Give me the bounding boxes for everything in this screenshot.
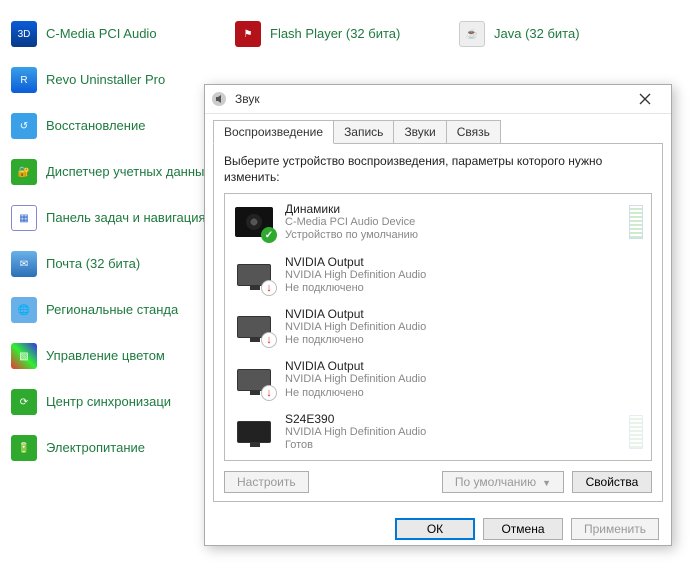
device-row[interactable]: NVIDIA Output NVIDIA High Definition Aud… bbox=[227, 301, 649, 353]
device-status: Готов bbox=[285, 439, 623, 452]
cp-item-cmedia[interactable]: 3D C-Media PCI Audio bbox=[10, 20, 234, 48]
dialog-title: Звук bbox=[235, 92, 625, 106]
device-driver: NVIDIA High Definition Audio bbox=[285, 321, 643, 334]
xear-3d-icon: 3D bbox=[10, 20, 38, 48]
cp-item-label: Восстановление bbox=[46, 118, 145, 134]
default-badge-icon bbox=[261, 227, 277, 243]
tab-playback[interactable]: Воспроизведение bbox=[213, 120, 334, 144]
device-status: Устройство по умолчанию bbox=[285, 229, 623, 242]
device-driver: NVIDIA High Definition Audio bbox=[285, 373, 643, 386]
sound-dialog: Звук Воспроизведение Запись Звуки Связь … bbox=[204, 84, 672, 546]
cp-item-label: Региональные станда bbox=[46, 302, 178, 318]
chevron-down-icon: ▼ bbox=[542, 478, 551, 488]
device-driver: NVIDIA High Definition Audio bbox=[285, 269, 643, 282]
set-default-button[interactable]: По умолчанию ▼ bbox=[442, 471, 564, 493]
taskbar-icon: ▦ bbox=[10, 204, 38, 232]
device-status: Не подключено bbox=[285, 387, 643, 400]
device-row[interactable]: Динамики C-Media PCI Audio Device Устрой… bbox=[227, 196, 649, 248]
properties-button[interactable]: Свойства bbox=[572, 471, 652, 493]
monitor-icon bbox=[233, 308, 275, 346]
cp-item-flash[interactable]: ⚑ Flash Player (32 бита) bbox=[234, 20, 458, 48]
device-name: Динамики bbox=[285, 202, 623, 216]
device-status: Не подключено bbox=[285, 334, 643, 347]
dialog-button-row: ОК Отмена Применить bbox=[205, 510, 671, 552]
device-name: NVIDIA Output bbox=[285, 359, 643, 373]
device-name: S24E390 bbox=[285, 412, 623, 426]
disconnected-badge-icon bbox=[261, 385, 277, 401]
tab-body: Выберите устройство воспроизведения, пар… bbox=[213, 144, 663, 502]
tab-comm[interactable]: Связь bbox=[446, 120, 501, 144]
device-row[interactable]: NVIDIA Output NVIDIA High Definition Aud… bbox=[227, 353, 649, 405]
cancel-button[interactable]: Отмена bbox=[483, 518, 563, 540]
recovery-icon: ↺ bbox=[10, 112, 38, 140]
java-icon: ☕ bbox=[458, 20, 486, 48]
device-driver: C-Media PCI Audio Device bbox=[285, 216, 623, 229]
ok-button[interactable]: ОК bbox=[395, 518, 475, 540]
monitor-icon bbox=[233, 361, 275, 399]
credentials-icon: 🔐 bbox=[10, 158, 38, 186]
titlebar[interactable]: Звук bbox=[205, 85, 671, 114]
level-meter bbox=[629, 205, 643, 239]
device-name: NVIDIA Output bbox=[285, 307, 643, 321]
device-driver: NVIDIA High Definition Audio bbox=[285, 426, 623, 439]
sound-icon bbox=[211, 91, 227, 107]
instruction-text: Выберите устройство воспроизведения, пар… bbox=[224, 154, 652, 185]
device-row[interactable]: NVIDIA Output NVIDIA High Definition Aud… bbox=[227, 249, 649, 301]
monitor-icon bbox=[233, 256, 275, 294]
apply-button[interactable]: Применить bbox=[571, 518, 659, 540]
cp-item-label: Панель задач и навигация bbox=[46, 210, 206, 226]
device-status: Не подключено bbox=[285, 282, 643, 295]
device-list[interactable]: Динамики C-Media PCI Audio Device Устрой… bbox=[224, 193, 652, 461]
cp-item-label: C-Media PCI Audio bbox=[46, 26, 157, 42]
revo-icon: R bbox=[10, 66, 38, 94]
device-name: NVIDIA Output bbox=[285, 255, 643, 269]
cp-item-label: Почта (32 бита) bbox=[46, 256, 140, 272]
close-button[interactable] bbox=[625, 85, 665, 113]
tab-record[interactable]: Запись bbox=[333, 120, 394, 144]
cp-item-label: Revo Uninstaller Pro bbox=[46, 72, 165, 88]
tab-strip: Воспроизведение Запись Звуки Связь bbox=[205, 114, 671, 144]
mail-icon: ✉ bbox=[10, 250, 38, 278]
disconnected-badge-icon bbox=[261, 280, 277, 296]
cp-item-label: Центр синхронизаци bbox=[46, 394, 171, 410]
configure-button[interactable]: Настроить bbox=[224, 471, 309, 493]
cp-item-label: Управление цветом bbox=[46, 348, 165, 364]
cp-item-label: Электропитание bbox=[46, 440, 145, 456]
speaker-icon bbox=[233, 203, 275, 241]
set-default-label: По умолчанию bbox=[455, 475, 536, 489]
power-icon: 🔋 bbox=[10, 434, 38, 462]
cp-item-label: Java (32 бита) bbox=[494, 26, 580, 42]
device-row[interactable]: S24E390 NVIDIA High Definition Audio Гот… bbox=[227, 406, 649, 458]
cp-item-java[interactable]: ☕ Java (32 бита) bbox=[458, 20, 682, 48]
cp-item-label: Диспетчер учетных данных bbox=[46, 164, 211, 180]
region-icon: 🌐 bbox=[10, 296, 38, 324]
tab-sounds[interactable]: Звуки bbox=[393, 120, 446, 144]
sync-icon: ⟳ bbox=[10, 388, 38, 416]
flash-icon: ⚑ bbox=[234, 20, 262, 48]
close-icon bbox=[639, 93, 651, 105]
cp-item-label: Flash Player (32 бита) bbox=[270, 26, 400, 42]
device-button-row: Настроить По умолчанию ▼ Свойства bbox=[224, 471, 652, 493]
disconnected-badge-icon bbox=[261, 332, 277, 348]
level-meter bbox=[629, 415, 643, 449]
color-mgmt-icon: ▧ bbox=[10, 342, 38, 370]
monitor-icon bbox=[233, 413, 275, 451]
